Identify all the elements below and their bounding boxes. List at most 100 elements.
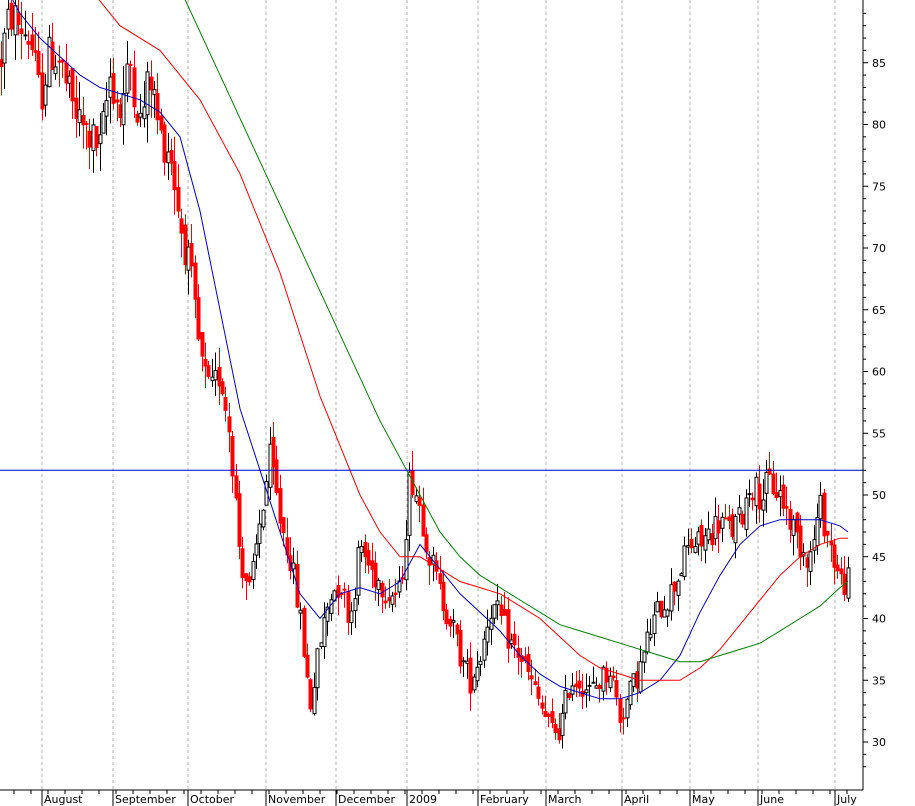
candle-body-up [815, 516, 820, 547]
x-tick-label: May [692, 793, 715, 806]
candle-body-down [767, 468, 772, 475]
candle-body-down [550, 711, 555, 724]
candle-body-up [631, 673, 636, 687]
candle-body-down [149, 76, 154, 91]
short-moving-average-line [12, 0, 849, 700]
candle-body-up [478, 660, 483, 666]
candle-body-up [125, 63, 130, 94]
candle-body-down [94, 126, 99, 148]
candle-body-down [529, 675, 534, 680]
candle-body-up [98, 134, 103, 145]
candle-body-down [155, 93, 160, 121]
candle-body-up [315, 648, 320, 689]
candle-body-up [404, 539, 409, 581]
candle-body-down [835, 564, 840, 572]
candle-body-up [733, 515, 738, 544]
candle-body-down [115, 99, 120, 103]
candle-body-up [251, 560, 256, 581]
candle-body-down [50, 41, 55, 70]
candle-body-down [176, 187, 181, 212]
candle-body-down [781, 484, 786, 509]
candle-body-down [393, 592, 398, 596]
candle-body-down [237, 493, 242, 547]
candle-body-up [121, 92, 126, 126]
candle-body-down [723, 517, 728, 520]
candle-body-down [281, 517, 286, 534]
candle-body-up [655, 601, 660, 613]
y-tick-label: 60 [872, 366, 886, 379]
x-tick-label: July [836, 793, 857, 806]
candle-body-down [417, 497, 422, 506]
candle-body-up [291, 562, 296, 570]
moving-averages-layer [12, 0, 849, 700]
candle-body-up [145, 71, 150, 116]
candle-body-up [642, 651, 647, 663]
candle-body-down [193, 262, 198, 300]
candle-body-down [533, 681, 538, 685]
candle-body-up [261, 509, 266, 528]
candle-body-down [308, 679, 313, 710]
candle-body-down [200, 331, 205, 357]
candle-body-up [563, 689, 568, 714]
candle-body-up [693, 545, 698, 553]
candle-body-up [298, 609, 303, 614]
y-tick-label: 85 [872, 57, 886, 70]
candle-body-down [203, 358, 208, 367]
candle-body-up [591, 681, 596, 684]
long-moving-average-line [184, 0, 849, 663]
candle-body-down [220, 381, 225, 395]
candle-body-down [70, 67, 75, 102]
candle-body-down [240, 548, 245, 578]
stock-chart: August September October November December 20… [0, 0, 915, 806]
candle-body-up [390, 595, 395, 605]
candle-body-down [536, 686, 541, 699]
x-tick-label: June [759, 793, 784, 806]
candle-body-down [784, 506, 789, 509]
candle-body-up [254, 543, 259, 556]
candle-body-down [342, 588, 347, 591]
candle-body-up [652, 614, 657, 635]
candle-body-down [699, 524, 704, 547]
candle-body-down [621, 717, 626, 720]
x-tick-label: March [548, 793, 582, 806]
y-tick-label: 45 [872, 551, 886, 564]
y-tick-label: 30 [872, 736, 886, 749]
y-tick-label: 35 [872, 674, 886, 687]
candle-body-down [577, 680, 582, 689]
candle-body-down [206, 365, 211, 377]
axes-layer: August September October November December 20… [0, 0, 886, 806]
candle-body-down [424, 534, 429, 553]
chart-svg: August September October November December 20… [0, 0, 886, 806]
candle-body-down [689, 538, 694, 549]
candle-body-up [461, 660, 466, 663]
candle-body-down [546, 713, 551, 718]
candle-body-down [611, 675, 616, 679]
candle-body-down [597, 684, 602, 689]
candle-body-up [43, 84, 48, 106]
x-tick-label: April [624, 793, 649, 806]
candle-body-down [832, 544, 837, 568]
candle-body-up [818, 494, 823, 520]
candle-body-up [485, 626, 490, 643]
candle-body-up [791, 518, 796, 536]
candle-body-down [36, 51, 41, 76]
candle-body-down [26, 41, 31, 45]
candle-body-down [441, 581, 446, 612]
candle-body-up [744, 497, 749, 530]
candle-body-up [104, 100, 109, 117]
candles-layer [0, 0, 851, 749]
candle-body-down [822, 492, 827, 537]
x-tick-label: 2009 [409, 793, 437, 806]
candle-body-up [451, 620, 456, 623]
candle-body-down [274, 459, 279, 494]
candle-body-down [614, 680, 619, 698]
candle-body-down [19, 28, 24, 34]
candle-body-up [764, 471, 769, 494]
candle-body-down [421, 504, 426, 537]
candle-body-up [329, 599, 334, 614]
candle-body-down [540, 702, 545, 709]
candle-body-down [172, 161, 177, 191]
candle-body-down [128, 63, 133, 66]
x-tick-label: November [268, 793, 326, 806]
candle-body-down [179, 218, 184, 234]
